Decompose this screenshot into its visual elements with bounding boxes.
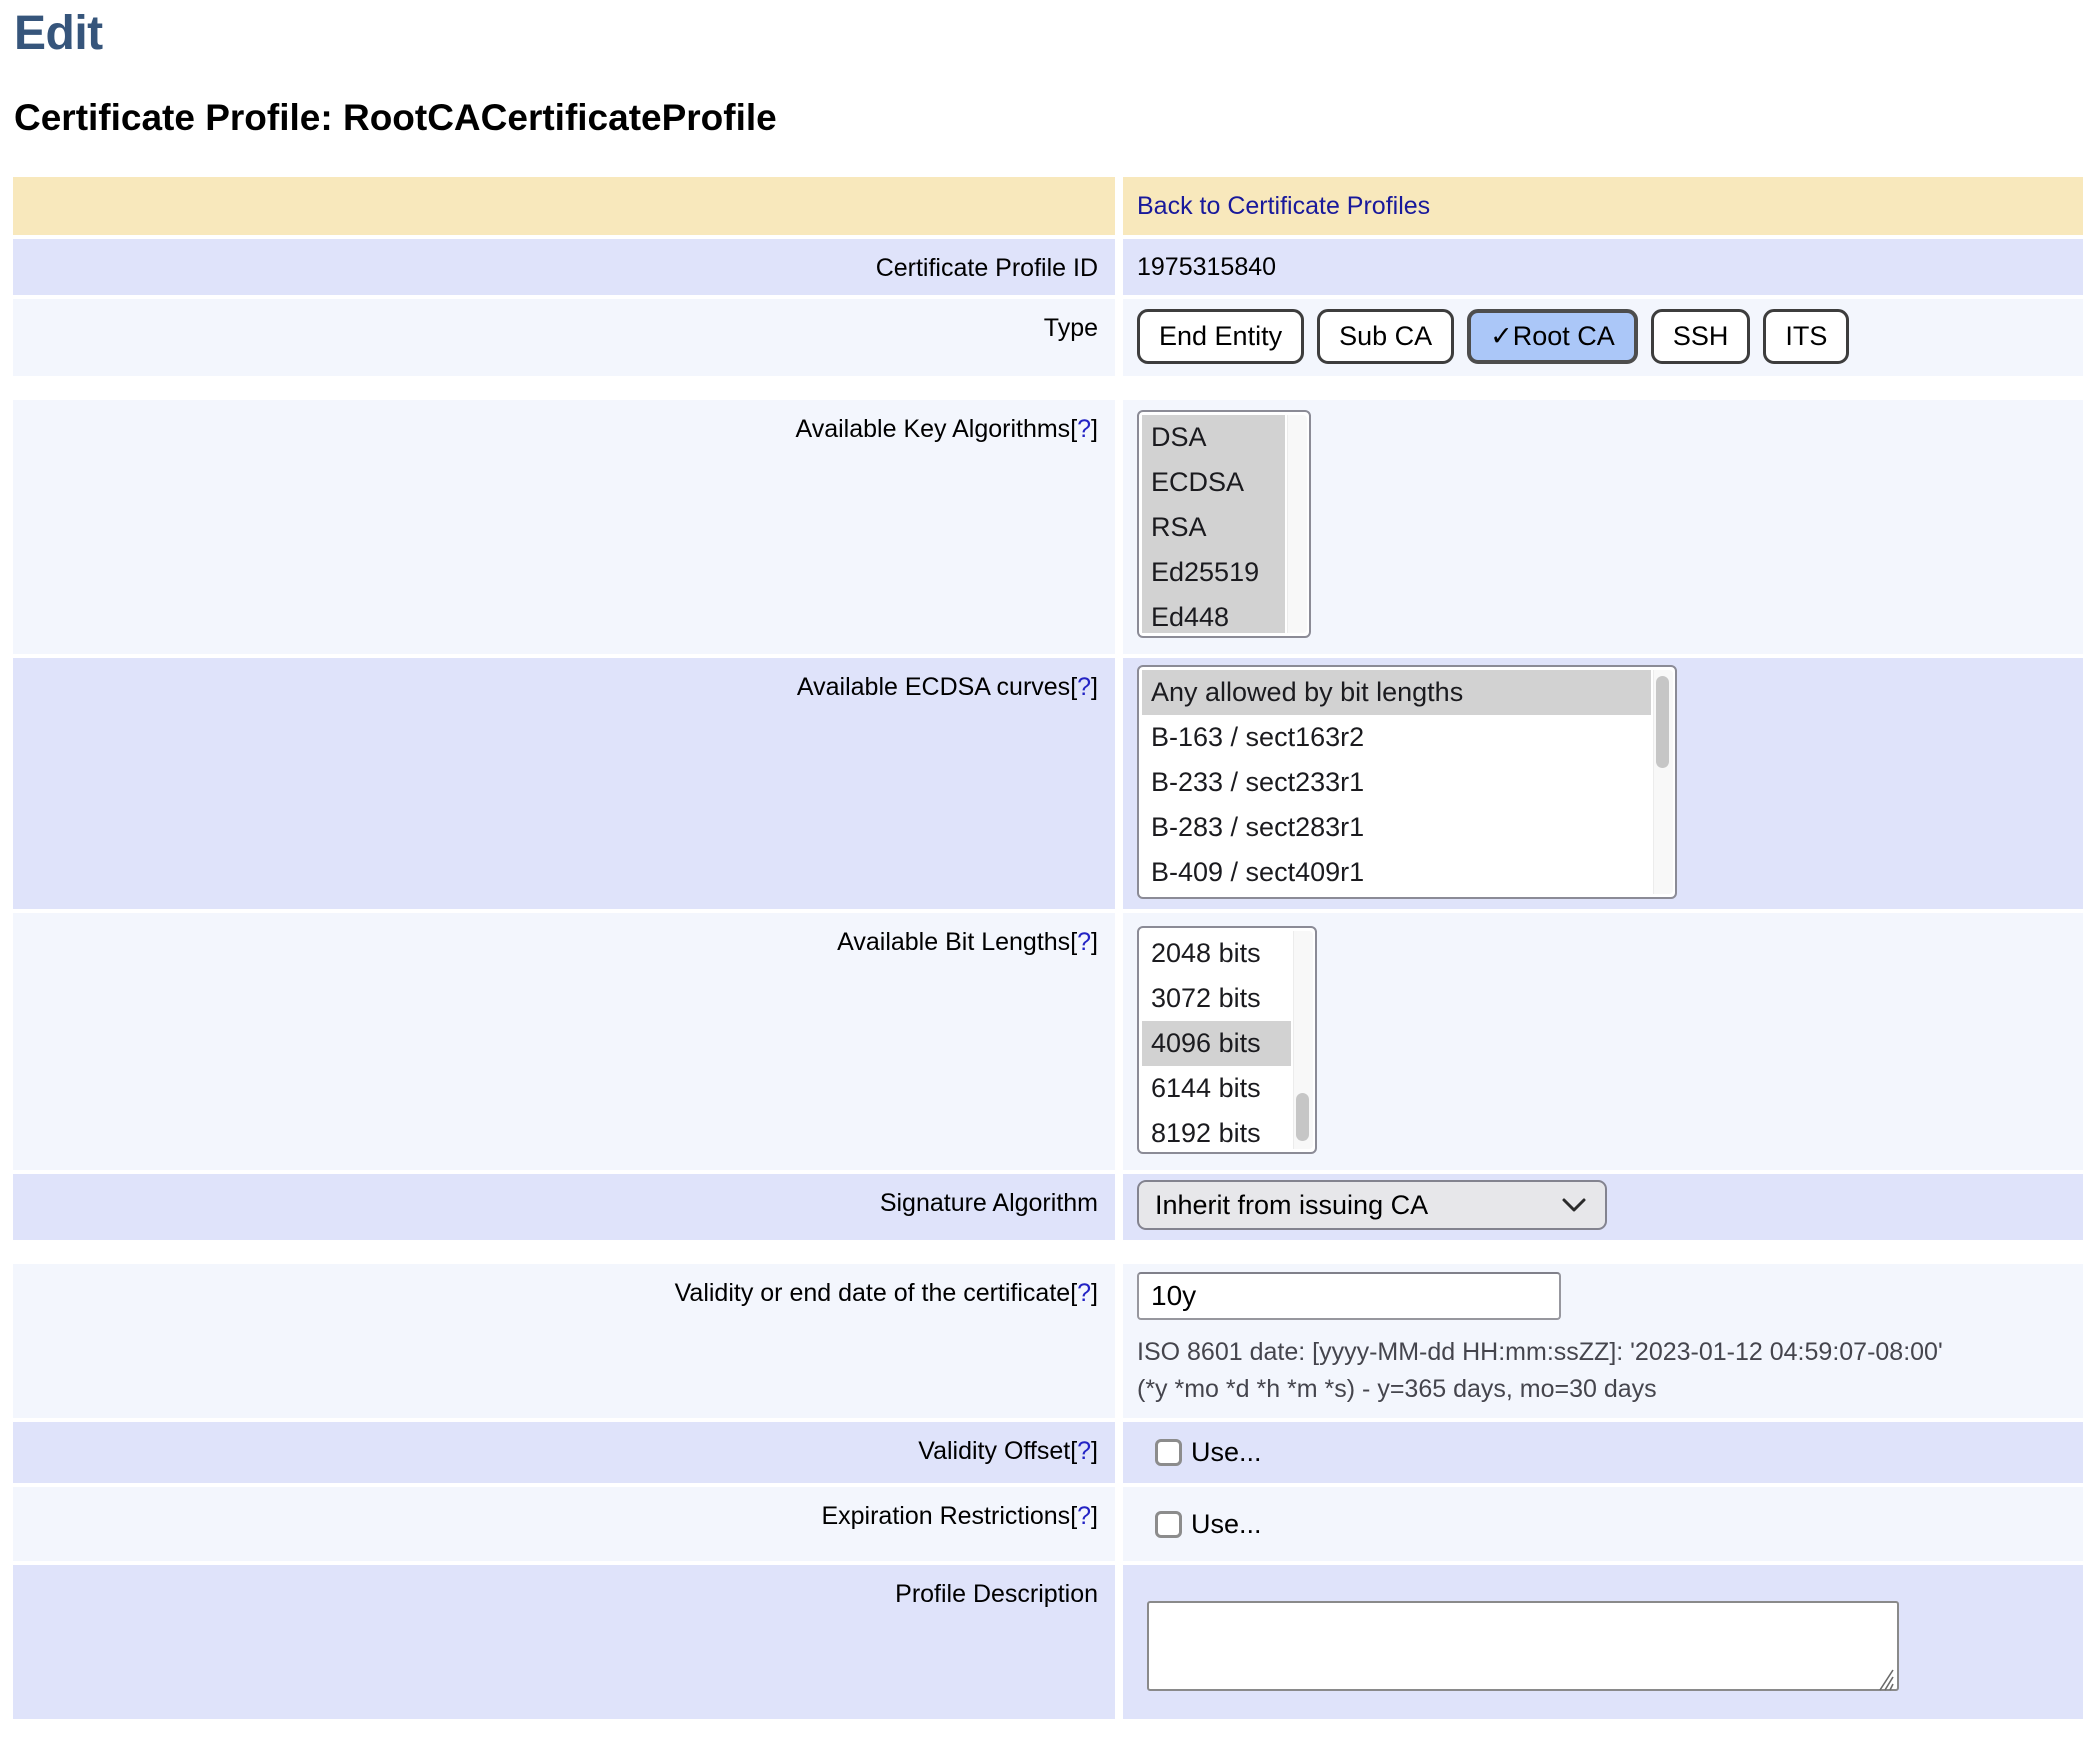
available-bit-lengths-label: Available Bit Lengths <box>837 928 1070 956</box>
validity-offset-help-link[interactable]: ? <box>1077 1437 1091 1465</box>
key-algorithm-option[interactable]: DSA <box>1142 415 1285 460</box>
certificate-profile-title: Certificate Profile: RootCACertificatePr… <box>14 97 2086 139</box>
bit-lengths-scrollbar[interactable] <box>1293 931 1313 1149</box>
page-title: Edit <box>14 6 2086 61</box>
validity-row: Validity or end date of the certificate[… <box>13 1264 2083 1418</box>
help-marker: [?] <box>1070 1502 1098 1530</box>
ecdsa-curve-option[interactable]: B-283 / sect283r1 <box>1142 805 1651 850</box>
validity-input[interactable] <box>1137 1272 1561 1320</box>
expiration-restrictions-help-link[interactable]: ? <box>1077 1502 1091 1530</box>
bit-length-option[interactable]: 2048 bits <box>1142 931 1291 976</box>
validity-help-text: ISO 8601 date: [yyyy-MM-dd HH:mm:ssZZ]: … <box>1137 1334 2071 1408</box>
certificate-profile-id-value: 1975315840 <box>1123 239 2083 295</box>
key-algorithm-option[interactable]: Ed448 <box>1142 595 1285 633</box>
chevron-down-icon <box>1561 1197 1587 1213</box>
profile-description-label: Profile Description <box>13 1565 1115 1719</box>
available-key-algorithms-label: Available Key Algorithms <box>796 415 1071 443</box>
header-left-cell <box>13 177 1115 235</box>
signature-algorithm-select[interactable]: Inherit from issuing CA <box>1137 1180 1607 1230</box>
available-ecdsa-curves-label: Available ECDSA curves <box>797 673 1070 701</box>
signature-algorithm-selected-value: Inherit from issuing CA <box>1155 1190 1428 1221</box>
expiration-restrictions-row: Expiration Restrictions[?] Use... <box>13 1487 2083 1561</box>
scrollbar-thumb[interactable] <box>1296 1093 1309 1141</box>
ecdsa-curves-scrollbar[interactable] <box>1653 670 1673 894</box>
help-marker: [?] <box>1070 1437 1098 1465</box>
type-button-sub-ca[interactable]: Sub CA <box>1317 309 1454 364</box>
scrollbar-thumb[interactable] <box>1656 676 1669 768</box>
validity-offset-use-control: Use... <box>1155 1437 1262 1468</box>
certificate-profile-id-label: Certificate Profile ID <box>13 239 1115 295</box>
type-button-its[interactable]: ITS <box>1763 309 1849 364</box>
bit-lengths-help-link[interactable]: ? <box>1077 928 1091 956</box>
validity-offset-row: Validity Offset[?] Use... <box>13 1422 2083 1483</box>
validity-offset-label: Validity Offset <box>918 1437 1070 1465</box>
help-marker: [?] <box>1070 1279 1098 1307</box>
expiration-restrictions-checkbox[interactable] <box>1155 1511 1182 1538</box>
ecdsa-curve-option[interactable]: B-163 / sect163r2 <box>1142 715 1651 760</box>
type-buttons: End EntitySub CA✓Root CASSHITS <box>1123 299 2083 376</box>
key-algorithms-listbox[interactable]: DSA ECDSA RSA Ed25519 Ed448 <box>1137 410 1311 638</box>
ecdsa-curve-option[interactable]: Any allowed by bit lengths <box>1142 670 1651 715</box>
profile-table-section-general: Back to Certificate Profiles Certificate… <box>13 177 2083 376</box>
validity-offset-checkbox[interactable] <box>1155 1439 1182 1466</box>
key-algorithms-scrollbar[interactable] <box>1287 415 1307 633</box>
type-button-root-ca[interactable]: ✓Root CA <box>1467 309 1638 364</box>
signature-algorithm-label: Signature Algorithm <box>13 1174 1115 1240</box>
bit-length-option[interactable]: 8192 bits <box>1142 1111 1291 1149</box>
expiration-restrictions-checkbox-label: Use... <box>1191 1509 1262 1540</box>
bit-length-option[interactable]: 3072 bits <box>1142 976 1291 1021</box>
available-ecdsa-curves-row: Available ECDSA curves[?] Any allowed by… <box>13 658 2083 909</box>
profile-description-row: Profile Description <box>13 1565 2083 1719</box>
bit-length-option[interactable]: 4096 bits <box>1142 1021 1291 1066</box>
available-bit-lengths-row: Available Bit Lengths[?] 2048 bits 3072 … <box>13 913 2083 1170</box>
key-algorithms-help-link[interactable]: ? <box>1077 415 1091 443</box>
key-algorithm-option[interactable]: ECDSA <box>1142 460 1285 505</box>
type-button-ssh[interactable]: SSH <box>1651 309 1751 364</box>
profile-table-section-algorithms: Available Key Algorithms[?] DSA ECDSA RS… <box>13 400 2083 1240</box>
expiration-restrictions-use-control: Use... <box>1155 1509 1262 1540</box>
validity-help-link[interactable]: ? <box>1077 1279 1091 1307</box>
help-marker: [?] <box>1070 928 1098 956</box>
profile-table-section-validity: Validity or end date of the certificate[… <box>13 1264 2083 1719</box>
table-header-row: Back to Certificate Profiles <box>13 177 2083 235</box>
help-marker: [?] <box>1070 415 1098 443</box>
bit-lengths-listbox[interactable]: 2048 bits 3072 bits 4096 bits 6144 bits … <box>1137 926 1317 1154</box>
type-row: Type End EntitySub CA✓Root CASSHITS <box>13 299 2083 376</box>
key-algorithm-option[interactable]: Ed25519 <box>1142 550 1285 595</box>
help-marker: [?] <box>1070 673 1098 701</box>
validity-help-line-2: (*y *mo *d *h *m *s) - y=365 days, mo=30… <box>1137 1371 2071 1408</box>
signature-algorithm-row: Signature Algorithm Inherit from issuing… <box>13 1174 2083 1240</box>
type-button-end-entity[interactable]: End Entity <box>1137 309 1304 364</box>
validity-offset-checkbox-label: Use... <box>1191 1437 1262 1468</box>
validity-label: Validity or end date of the certificate <box>675 1279 1071 1307</box>
validity-help-line-1: ISO 8601 date: [yyyy-MM-dd HH:mm:ssZZ]: … <box>1137 1334 2071 1371</box>
available-key-algorithms-row: Available Key Algorithms[?] DSA ECDSA RS… <box>13 400 2083 654</box>
key-algorithm-option[interactable]: RSA <box>1142 505 1285 550</box>
expiration-restrictions-label: Expiration Restrictions <box>821 1502 1070 1530</box>
ecdsa-curve-option[interactable]: B-409 / sect409r1 <box>1142 850 1651 894</box>
ecdsa-curves-help-link[interactable]: ? <box>1077 673 1091 701</box>
back-to-certificate-profiles-link[interactable]: Back to Certificate Profiles <box>1137 192 1430 220</box>
certificate-profile-id-row: Certificate Profile ID 1975315840 <box>13 239 2083 295</box>
bit-length-option[interactable]: 6144 bits <box>1142 1066 1291 1111</box>
ecdsa-curve-option[interactable]: B-233 / sect233r1 <box>1142 760 1651 805</box>
header-right-cell: Back to Certificate Profiles <box>1123 177 2083 235</box>
type-label: Type <box>13 299 1115 376</box>
ecdsa-curves-listbox[interactable]: Any allowed by bit lengths B-163 / sect1… <box>1137 665 1677 899</box>
